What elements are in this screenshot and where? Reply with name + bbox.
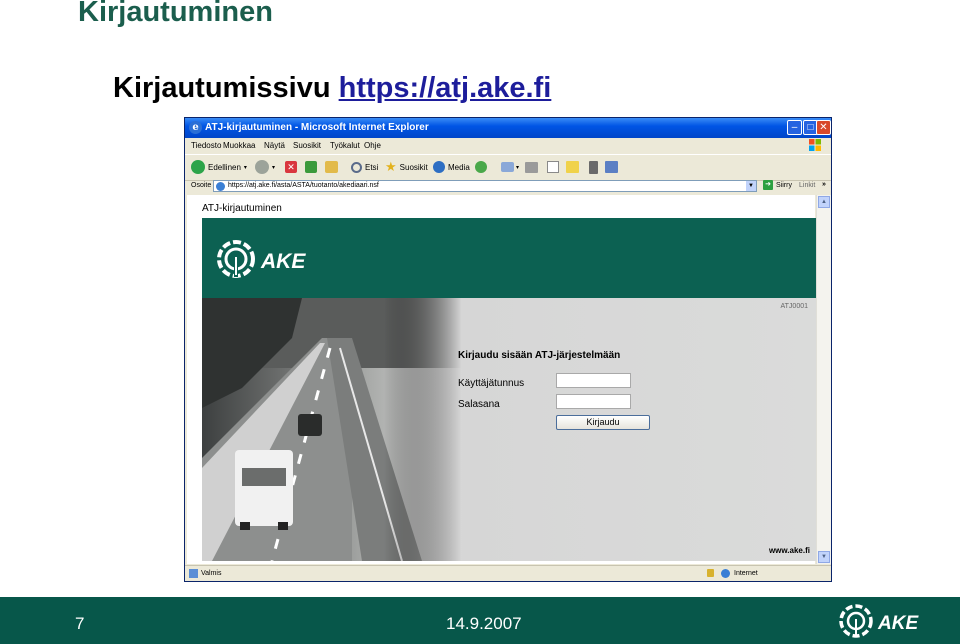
subtitle-link[interactable]: https://atj.ake.fi xyxy=(339,72,552,104)
history-button[interactable] xyxy=(475,158,487,176)
double-chevron-right-icon[interactable]: » xyxy=(822,181,826,188)
page-number: 7 xyxy=(75,614,85,633)
refresh-button[interactable] xyxy=(305,158,317,176)
page-heading: ATJ-kirjautuminen xyxy=(202,203,282,214)
go-arrow-icon: ➜ xyxy=(763,180,773,190)
back-arrow-icon xyxy=(191,160,205,174)
window-titlebar[interactable]: e ATJ-kirjautuminen - Microsoft Internet… xyxy=(185,118,831,138)
menu-edit[interactable]: Muokkaa xyxy=(223,141,255,150)
media-icon xyxy=(433,161,445,173)
site-url: www.ake.fi xyxy=(768,546,810,555)
media-button[interactable]: Media xyxy=(433,158,470,176)
history-icon xyxy=(475,161,487,173)
minimize-icon[interactable]: – xyxy=(787,120,802,135)
go-button[interactable]: ➜ Siirry xyxy=(763,180,792,190)
login-title: Kirjaudu sisään ATJ-järjestelmään xyxy=(458,350,621,361)
status-text: Valmis xyxy=(201,570,222,577)
browser-window: e ATJ-kirjautuminen - Microsoft Internet… xyxy=(184,117,832,582)
scroll-down-icon[interactable]: ▼ xyxy=(818,551,830,563)
forward-arrow-icon xyxy=(255,160,269,174)
mail-button[interactable]: ▾ xyxy=(501,158,519,176)
lock-icon xyxy=(707,569,714,577)
slide-footer: 7 14.9.2007 AKE xyxy=(0,597,960,644)
address-input[interactable]: https://atj.ake.fi/asta/ASTA/tuotanto/ak… xyxy=(213,180,757,192)
mail-icon xyxy=(501,162,514,172)
menu-tools[interactable]: Työkalut xyxy=(330,141,360,150)
slide-title: Kirjautuminen xyxy=(78,0,273,28)
edit-button[interactable] xyxy=(547,158,559,176)
menu-bar: Tiedosto Muokkaa Näytä Suosikit Työkalut… xyxy=(185,138,831,153)
menu-favorites[interactable]: Suosikit xyxy=(293,141,321,150)
messenger-icon xyxy=(589,160,598,174)
back-button[interactable]: Edellinen ▾ xyxy=(191,158,247,176)
home-button[interactable] xyxy=(325,158,338,176)
links-label[interactable]: Linkit xyxy=(799,182,815,189)
subtitle-text: Kirjautumissivu xyxy=(113,72,331,104)
discuss-button[interactable] xyxy=(566,158,579,176)
close-icon[interactable]: ✕ xyxy=(816,120,831,135)
favorites-button[interactable]: ★ Suosikit xyxy=(385,158,428,176)
messenger-button[interactable] xyxy=(589,158,598,176)
slide-subtitle: Kirjautumissivu https://atj.ake.fi xyxy=(113,72,551,105)
login-area: ATJ0001 Kirjaudu sisään ATJ-järjestelmää… xyxy=(202,298,816,561)
ake-banner: AKE xyxy=(202,218,816,298)
zone-text: Internet xyxy=(734,570,758,577)
ie-icon: e xyxy=(189,121,202,134)
chevron-down-icon: ▾ xyxy=(516,164,520,171)
menu-help[interactable]: Ohje xyxy=(364,141,381,150)
print-button[interactable] xyxy=(525,158,538,176)
chevron-down-icon: ▾ xyxy=(243,164,247,171)
ake-logo: AKE xyxy=(217,240,306,278)
search-icon xyxy=(351,161,362,173)
forward-button[interactable]: ▾ xyxy=(255,158,275,176)
page-icon xyxy=(216,182,225,191)
globe-icon xyxy=(721,569,730,578)
stop-button[interactable]: ✕ xyxy=(285,158,297,176)
slide-date: 14.9.2007 xyxy=(446,614,522,633)
page-icon xyxy=(189,569,198,578)
username-label: Käyttäjätunnus xyxy=(458,378,525,389)
login-button[interactable]: Kirjaudu xyxy=(556,415,650,430)
research-button[interactable] xyxy=(605,158,618,176)
search-button[interactable]: Etsi xyxy=(351,158,378,176)
ake-footer-logo-text: AKE xyxy=(877,613,919,634)
stop-icon: ✕ xyxy=(285,161,297,173)
scroll-up-icon[interactable]: ▲ xyxy=(818,196,830,208)
chevron-down-icon: ▾ xyxy=(272,164,276,171)
password-label: Salasana xyxy=(458,399,500,410)
menu-file[interactable]: Tiedosto xyxy=(191,141,221,150)
print-icon xyxy=(525,161,538,173)
address-url: https://atj.ake.fi/asta/ASTA/tuotanto/ak… xyxy=(228,182,379,189)
page-code: ATJ0001 xyxy=(780,303,809,310)
vertical-scrollbar[interactable]: ▲ ▼ xyxy=(816,195,831,564)
password-input[interactable] xyxy=(556,394,631,409)
ake-logo-text: AKE xyxy=(260,250,306,273)
edit-icon xyxy=(547,161,559,173)
refresh-icon xyxy=(305,161,317,173)
road-photo xyxy=(202,298,462,561)
address-bar: Osoite https://atj.ake.fi/asta/ASTA/tuot… xyxy=(185,180,831,194)
status-bar: Valmis Internet xyxy=(185,565,831,582)
page-content: ATJ-kirjautuminen AKE ATJ0001 Kirjaudu s… xyxy=(187,195,816,564)
research-icon xyxy=(605,161,618,173)
discuss-icon xyxy=(566,161,579,173)
username-input[interactable] xyxy=(556,373,631,388)
address-label: Osoite xyxy=(191,182,212,189)
windows-logo-icon xyxy=(809,139,821,151)
toolbar: Edellinen ▾ ▾ ✕ Etsi ★ Suosikit Media ▾ xyxy=(185,154,831,181)
menu-view[interactable]: Näytä xyxy=(264,141,285,150)
ake-footer-logo: AKE xyxy=(839,604,919,638)
window-title: ATJ-kirjautuminen - Microsoft Internet E… xyxy=(205,122,429,133)
home-icon xyxy=(325,161,338,173)
star-icon: ★ xyxy=(385,159,397,174)
chevron-down-icon[interactable]: ▼ xyxy=(746,181,756,191)
